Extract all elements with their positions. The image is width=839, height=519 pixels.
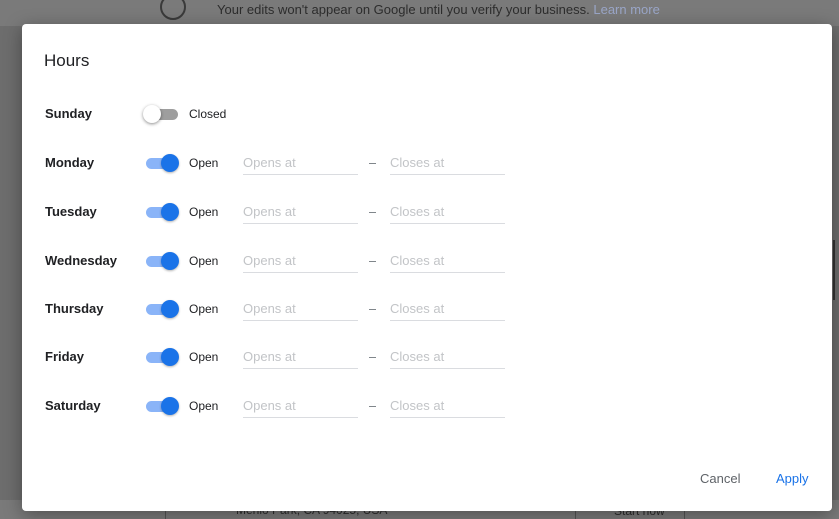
friday-closes-at-field[interactable]: Closes at (390, 342, 505, 369)
saturday-closes-at-field[interactable]: Closes at (390, 391, 505, 418)
thursday-opens-at-field[interactable]: Opens at (243, 294, 358, 321)
day-label: Wednesday (45, 253, 118, 268)
sunday-open-toggle[interactable] (143, 105, 181, 123)
tuesday-opens-at-field[interactable]: Opens at (243, 197, 358, 224)
day-status: Open (189, 156, 219, 170)
time-range-dash (369, 309, 376, 310)
day-status: Open (189, 399, 219, 413)
day-label: Saturday (45, 398, 101, 413)
toggle-thumb (143, 105, 161, 123)
thursday-closes-at-field[interactable]: Closes at (390, 294, 505, 321)
dialog-title: Hours (44, 51, 90, 70)
day-row-saturday: Saturday Open Opens at Closes at (22, 391, 832, 421)
friday-open-toggle[interactable] (143, 348, 181, 366)
friday-opens-at-field[interactable]: Opens at (243, 342, 358, 369)
hours-dialog: Hours Sunday Closed Monday Open Opens at… (22, 24, 832, 511)
monday-opens-at-field[interactable]: Opens at (243, 148, 358, 175)
day-label: Monday (45, 155, 95, 170)
apply-button[interactable]: Apply (776, 471, 809, 486)
day-row-wednesday: Wednesday Open Opens at Closes at (22, 246, 832, 276)
wednesday-opens-at-field[interactable]: Opens at (243, 246, 358, 273)
monday-open-toggle[interactable] (143, 154, 181, 172)
day-label: Thursday (45, 301, 104, 316)
day-label: Sunday (45, 106, 92, 121)
toggle-thumb (161, 203, 179, 221)
info-icon (160, 0, 186, 20)
banner-text: Your edits won't appear on Google until … (217, 2, 660, 17)
toggle-thumb (161, 348, 179, 366)
time-range-dash (369, 406, 376, 407)
toggle-thumb (161, 154, 179, 172)
saturday-open-toggle[interactable] (143, 397, 181, 415)
saturday-opens-at-field[interactable]: Opens at (243, 391, 358, 418)
wednesday-open-toggle[interactable] (143, 252, 181, 270)
day-label: Tuesday (45, 204, 97, 219)
day-status: Closed (189, 107, 227, 121)
day-label: Friday (45, 349, 85, 364)
toggle-thumb (161, 397, 179, 415)
day-status: Open (189, 254, 219, 268)
cancel-button[interactable]: Cancel (700, 471, 740, 486)
time-range-dash (369, 261, 376, 262)
tuesday-closes-at-field[interactable]: Closes at (390, 197, 505, 224)
page-divider (833, 240, 835, 300)
day-status: Open (189, 302, 219, 316)
toggle-thumb (161, 252, 179, 270)
day-status: Open (189, 205, 219, 219)
time-range-dash (369, 212, 376, 213)
monday-closes-at-field[interactable]: Closes at (390, 148, 505, 175)
day-row-tuesday: Tuesday Open Opens at Closes at (22, 197, 832, 227)
verification-banner: Your edits won't appear on Google until … (0, 0, 839, 26)
time-range-dash (369, 357, 376, 358)
tuesday-open-toggle[interactable] (143, 203, 181, 221)
day-row-sunday: Sunday Closed (22, 99, 832, 129)
day-row-thursday: Thursday Open Opens at Closes at (22, 294, 832, 324)
day-status: Open (189, 350, 219, 364)
thursday-open-toggle[interactable] (143, 300, 181, 318)
day-row-monday: Monday Open Opens at Closes at (22, 148, 832, 178)
time-range-dash (369, 163, 376, 164)
day-row-friday: Friday Open Opens at Closes at (22, 342, 832, 372)
learn-more-link[interactable]: Learn more (593, 2, 659, 17)
wednesday-closes-at-field[interactable]: Closes at (390, 246, 505, 273)
toggle-thumb (161, 300, 179, 318)
